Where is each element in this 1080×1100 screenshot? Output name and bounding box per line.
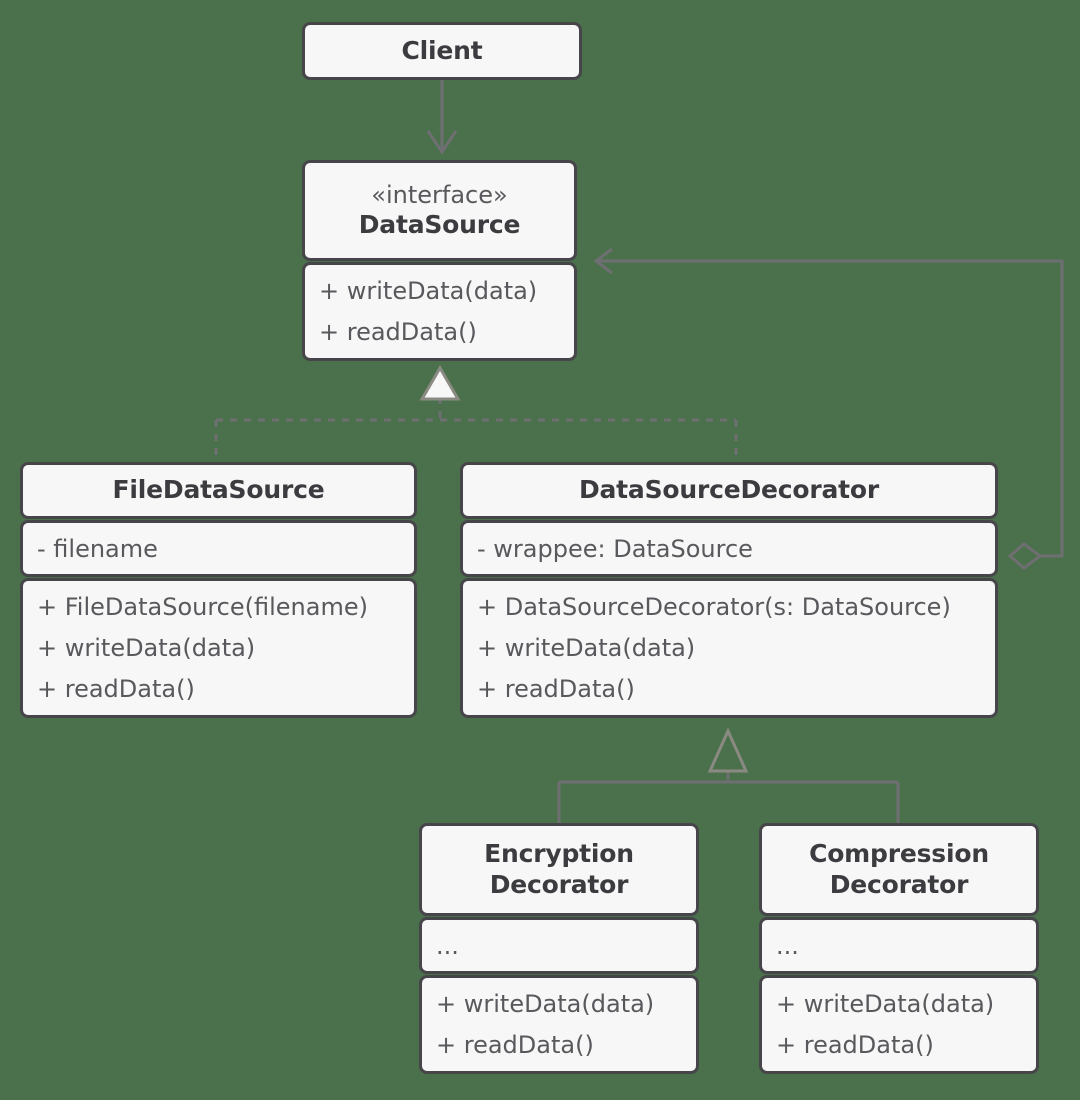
class-compressiondecorator-name-line1: Compression bbox=[809, 839, 989, 868]
edge-client-uses-datasource bbox=[426, 80, 458, 155]
class-encryptiondecorator-name-line1: Encryption bbox=[484, 839, 634, 868]
attribute-item: ... bbox=[776, 931, 799, 960]
class-client-name: Client bbox=[401, 35, 483, 65]
hollow-diamond-aggregation bbox=[1007, 542, 1043, 570]
method-item: + writeData(data) bbox=[37, 634, 256, 662]
class-datasourcedecorator[interactable]: DataSourceDecorator - wrappee: DataSourc… bbox=[460, 462, 998, 719]
class-client-header: Client bbox=[302, 22, 582, 80]
method-item: + readData() bbox=[477, 675, 635, 703]
attribute-item: - wrappee: DataSource bbox=[477, 534, 753, 563]
class-datasourcedecorator-header: DataSourceDecorator bbox=[460, 462, 998, 519]
method-item: + FileDataSource(filename) bbox=[37, 593, 368, 621]
class-filedatasource-methods: + FileDataSource(filename) + writeData(d… bbox=[20, 578, 417, 718]
class-datasource-methods: + writeData(data) + readData() bbox=[302, 262, 577, 361]
method-item: + writeData(data) bbox=[477, 634, 696, 662]
method-item: + writeData(data) bbox=[319, 277, 538, 305]
class-compressiondecorator-header: Compression Decorator bbox=[759, 823, 1039, 916]
edge-realization-tree bbox=[214, 397, 738, 462]
class-datasourcedecorator-name: DataSourceDecorator bbox=[578, 475, 880, 505]
attribute-item: ... bbox=[436, 931, 459, 960]
class-filedatasource-name: FileDataSource bbox=[112, 475, 325, 505]
class-compressiondecorator-name-line2: Decorator bbox=[829, 869, 969, 899]
class-compressiondecorator-methods: + writeData(data) + readData() bbox=[759, 975, 1039, 1074]
class-compressiondecorator-attributes: ... bbox=[759, 917, 1039, 974]
method-item: + DataSourceDecorator(s: DataSource) bbox=[477, 593, 951, 621]
class-encryptiondecorator[interactable]: Encryption Decorator ... + writeData(dat… bbox=[419, 823, 699, 1075]
class-datasourcedecorator-methods: + DataSourceDecorator(s: DataSource) + w… bbox=[460, 578, 998, 718]
class-encryptiondecorator-methods: + writeData(data) + readData() bbox=[419, 975, 699, 1074]
method-item: + writeData(data) bbox=[776, 990, 995, 1018]
class-filedatasource[interactable]: FileDataSource - filename + FileDataSour… bbox=[20, 462, 417, 719]
method-item: + readData() bbox=[436, 1031, 594, 1059]
class-compressiondecorator[interactable]: Compression Decorator ... + writeData(da… bbox=[759, 823, 1039, 1075]
edge-generalization-tree bbox=[557, 770, 900, 823]
class-datasource[interactable]: «interface» DataSource + writeData(data)… bbox=[302, 160, 577, 362]
uml-class-diagram: Client «interface» DataSource + writeDat… bbox=[0, 0, 1080, 1100]
class-datasource-header: «interface» DataSource bbox=[302, 160, 577, 261]
class-filedatasource-attributes: - filename bbox=[20, 520, 417, 577]
attribute-item: - filename bbox=[37, 534, 158, 563]
hollow-triangle-datasourcedecorator bbox=[707, 727, 749, 773]
method-item: + readData() bbox=[319, 318, 477, 346]
class-datasourcedecorator-attributes: - wrappee: DataSource bbox=[460, 520, 998, 577]
class-client[interactable]: Client bbox=[302, 22, 582, 81]
method-item: + readData() bbox=[37, 675, 195, 703]
method-item: + readData() bbox=[776, 1031, 934, 1059]
class-encryptiondecorator-name-line2: Decorator bbox=[489, 869, 629, 899]
method-item: + writeData(data) bbox=[436, 990, 655, 1018]
class-datasource-name: DataSource bbox=[358, 210, 521, 240]
hollow-triangle-datasource bbox=[419, 365, 461, 401]
class-encryptiondecorator-attributes: ... bbox=[419, 917, 699, 974]
class-datasource-stereotype: «interface» bbox=[371, 181, 508, 210]
class-filedatasource-header: FileDataSource bbox=[20, 462, 417, 519]
class-encryptiondecorator-header: Encryption Decorator bbox=[419, 823, 699, 916]
